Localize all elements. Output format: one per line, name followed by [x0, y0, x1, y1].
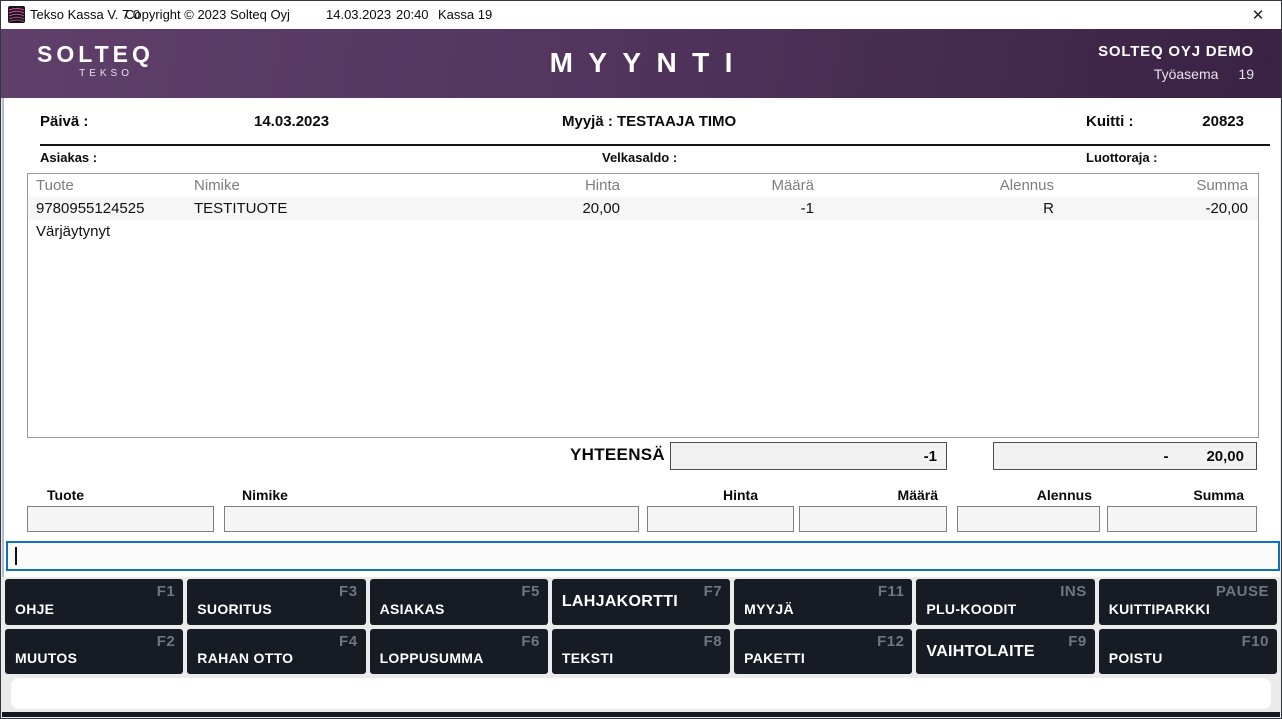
hinta-field[interactable] [647, 506, 794, 532]
key-code-pause: PAUSE [1216, 583, 1269, 600]
muutos-button[interactable]: MUUTOS F2 [5, 629, 183, 674]
loppusumma-button[interactable]: LOPPUSUMMA F6 [370, 629, 548, 674]
key-code-f7: F7 [704, 583, 723, 600]
teksti-button[interactable]: TEKSTI F8 [552, 629, 730, 674]
kuittiparkki-button[interactable]: KUITTIPARKKI PAUSE [1099, 579, 1277, 625]
row-note: Värjäytynyt [28, 220, 1258, 243]
key-code-f1: F1 [157, 583, 176, 600]
summa-field[interactable] [1107, 506, 1257, 532]
key-code-f9: F9 [1068, 633, 1087, 650]
header-right: SOLTEQ OYJ DEMO Työasema 19 [1098, 43, 1254, 82]
alennus-field[interactable] [957, 506, 1100, 532]
ohje-button[interactable]: OHJE F1 [5, 579, 183, 625]
entry-label-nimike: Nimike [242, 487, 288, 503]
cell-summa: -20,00 [1080, 200, 1258, 217]
scan-input-wrapper [6, 541, 1280, 571]
workstation-label: Työasema [1154, 66, 1219, 82]
customer-label: Asiakas : [40, 150, 97, 165]
scan-input[interactable] [8, 543, 1278, 569]
credit-limit-label: Luottoraja : [1086, 150, 1158, 165]
titlebar-register: Kassa 19 [438, 7, 492, 22]
poistu-button[interactable]: POISTU F10 [1099, 629, 1277, 674]
cell-hinta: 20,00 [486, 200, 646, 217]
col-header-maara: Määrä [646, 177, 840, 194]
total-sum-box: - 20,00 [993, 442, 1257, 470]
col-header-alennus: Alennus [840, 177, 1080, 194]
table-header-row: Tuote Nimike Hinta Määrä Alennus Summa [28, 174, 1258, 197]
key-code-f2: F2 [157, 633, 176, 650]
plu-koodit-button[interactable]: PLU-KOODIT INS [916, 579, 1094, 625]
entry-label-hinta: Hinta [723, 487, 758, 503]
col-header-tuote: Tuote [28, 177, 186, 194]
lahjakortti-button[interactable]: LAHJAKORTTI F7 [552, 579, 730, 625]
left-edge-accent [2, 98, 4, 577]
table-row[interactable]: 9780955124525 TESTITUOTE 20,00 -1 R -20,… [28, 197, 1258, 220]
total-sum-value: 20,00 [1206, 448, 1244, 465]
col-header-summa: Summa [1080, 177, 1258, 194]
page-title: MYYNTI [1, 47, 1281, 79]
key-code-f4: F4 [339, 633, 358, 650]
key-code-f10: F10 [1242, 633, 1269, 650]
app-window: Tekso Kassa V. 7.0 Copyright © 2023 Solt… [0, 0, 1282, 719]
debt-balance-label: Velkasaldo : [602, 150, 677, 165]
vaihtolaite-button[interactable]: VAIHTOLAITE F9 [916, 629, 1094, 674]
key-code-f11: F11 [878, 583, 905, 600]
entry-label-maara: Määrä [898, 487, 938, 503]
total-label: YHTEENSÄ [542, 445, 665, 465]
text-caret [15, 547, 17, 565]
col-header-nimike: Nimike [186, 177, 486, 194]
copyright-text: Copyright © 2023 Solteq Oyj [125, 7, 290, 22]
divider-line [40, 144, 1270, 146]
footer-strip [11, 678, 1271, 709]
cell-maara: -1 [646, 200, 840, 217]
key-code-f6: F6 [521, 633, 540, 650]
entry-label-summa: Summa [1193, 487, 1244, 503]
total-quantity-value: -1 [924, 448, 937, 465]
suoritus-button[interactable]: SUORITUS F3 [187, 579, 365, 625]
receipt-label: Kuitti : [1086, 113, 1133, 130]
function-keys: OHJE F1 SUORITUS F3 ASIAKAS F5 LAHJAKORT… [5, 579, 1277, 674]
nimike-field[interactable] [224, 506, 639, 532]
title-bar: Tekso Kassa V. 7.0 Copyright © 2023 Solt… [1, 1, 1281, 29]
total-sum-sign: - [1163, 448, 1168, 465]
maara-field[interactable] [799, 506, 947, 532]
receipt-number: 20823 [1202, 113, 1244, 130]
seller-label: Myyjä : TESTAAJA TIMO [562, 113, 736, 130]
myyja-button[interactable]: MYYJÄ F11 [734, 579, 912, 625]
close-icon[interactable]: ✕ [1243, 1, 1273, 29]
titlebar-time: 20:40 [396, 7, 429, 22]
total-quantity-box: -1 [670, 442, 947, 470]
solteq-app-icon [8, 6, 25, 23]
asiakas-button[interactable]: ASIAKAS F5 [370, 579, 548, 625]
date-value: 14.03.2023 [254, 113, 329, 130]
entry-label-tuote: Tuote [47, 487, 84, 503]
function-key-area: OHJE F1 SUORITUS F3 ASIAKAS F5 LAHJAKORT… [2, 577, 1280, 717]
date-label: Päivä : [40, 113, 88, 130]
cell-tuote: 9780955124525 [28, 200, 186, 217]
key-code-f5: F5 [521, 583, 540, 600]
workstation-info: Työasema 19 [1098, 66, 1254, 82]
sale-lines-table: Tuote Nimike Hinta Määrä Alennus Summa 9… [27, 173, 1259, 438]
cell-alennus: R [840, 200, 1080, 217]
entry-label-alennus: Alennus [1037, 487, 1092, 503]
cell-nimike: TESTITUOTE [186, 200, 486, 217]
key-code-f8: F8 [704, 633, 723, 650]
key-code-f12: F12 [877, 633, 904, 650]
content-area: Päivä : 14.03.2023 Myyjä : TESTAAJA TIMO… [2, 98, 1280, 577]
col-header-hinta: Hinta [486, 177, 646, 194]
workstation-value: 19 [1238, 66, 1254, 82]
window-title: Tekso Kassa V. 7.0 [30, 7, 140, 22]
tuote-field[interactable] [27, 506, 214, 532]
bottom-window-edge [2, 712, 1280, 717]
rahan-otto-button[interactable]: RAHAN OTTO F4 [187, 629, 365, 674]
key-code-f3: F3 [339, 583, 358, 600]
app-header: SOLTEQ TEKSO MYYNTI SOLTEQ OYJ DEMO Työa… [1, 29, 1281, 98]
paketti-button[interactable]: PAKETTI F12 [734, 629, 912, 674]
titlebar-date: 14.03.2023 [326, 7, 391, 22]
company-name: SOLTEQ OYJ DEMO [1098, 43, 1254, 60]
key-code-ins: INS [1060, 583, 1087, 600]
